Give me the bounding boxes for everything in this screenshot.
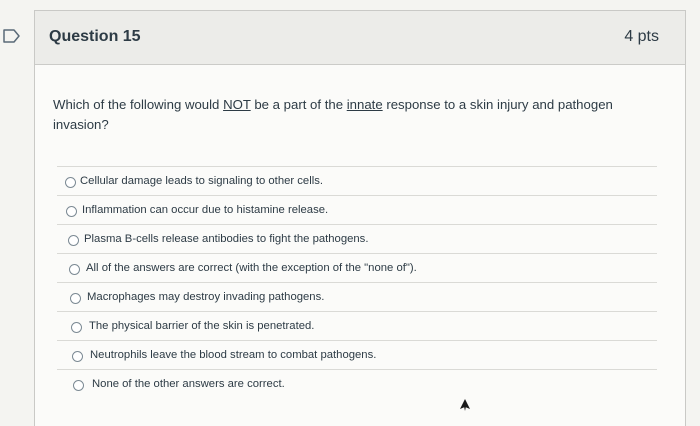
radio-button[interactable] [65, 177, 76, 188]
answer-option[interactable]: Inflammation can occur due to histamine … [57, 195, 657, 224]
quiz-page: Question 15 4 pts Which of the following… [0, 0, 700, 426]
question-text-part: Which of the following would [53, 97, 224, 112]
answer-option[interactable]: Macrophages may destroy invading pathoge… [57, 282, 657, 311]
radio-button[interactable] [72, 351, 83, 362]
radio-button[interactable] [69, 264, 80, 275]
question-text: Which of the following would NOT be a pa… [53, 95, 663, 135]
answer-option[interactable]: Cellular damage leads to signaling to ot… [57, 166, 657, 195]
mouse-pointer-icon [460, 399, 470, 411]
question-points: 4 pts [624, 28, 659, 45]
answer-label[interactable]: The physical barrier of the skin is pene… [89, 320, 314, 332]
question-text-emphasis-not: NOT [223, 97, 251, 112]
radio-button[interactable] [73, 380, 84, 391]
answer-label[interactable]: Plasma B-cells release antibodies to fig… [84, 233, 368, 245]
radio-button[interactable] [70, 293, 81, 304]
answer-option[interactable]: None of the other answers are correct. [57, 369, 657, 398]
radio-button[interactable] [71, 322, 82, 333]
answer-label[interactable]: Inflammation can occur due to histamine … [82, 204, 328, 216]
flag-question-icon[interactable] [2, 28, 22, 44]
radio-button[interactable] [66, 206, 77, 217]
answer-list: Cellular damage leads to signaling to ot… [57, 166, 657, 398]
answer-option[interactable]: Plasma B-cells release antibodies to fig… [57, 224, 657, 253]
radio-button[interactable] [68, 235, 79, 246]
answer-option[interactable]: The physical barrier of the skin is pene… [57, 311, 657, 340]
answer-option[interactable]: Neutrophils leave the blood stream to co… [57, 340, 657, 369]
question-card: Question 15 4 pts Which of the following… [34, 10, 686, 426]
question-header: Question 15 4 pts [35, 11, 685, 65]
question-title: Question 15 [49, 28, 141, 45]
question-text-part: be a part of the [250, 97, 347, 112]
answer-label[interactable]: None of the other answers are correct. [92, 378, 285, 390]
answer-label[interactable]: All of the answers are correct (with the… [86, 262, 417, 274]
answer-label[interactable]: Macrophages may destroy invading pathoge… [87, 291, 324, 303]
answer-label[interactable]: Cellular damage leads to signaling to ot… [80, 175, 323, 187]
answer-option[interactable]: All of the answers are correct (with the… [57, 253, 657, 282]
answer-label[interactable]: Neutrophils leave the blood stream to co… [90, 349, 376, 361]
question-text-emphasis-innate: innate [346, 97, 383, 112]
